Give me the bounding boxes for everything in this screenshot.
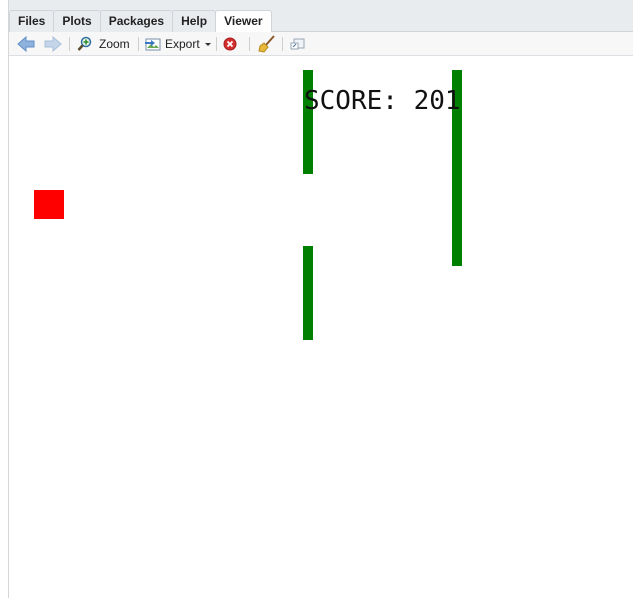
zoom-button[interactable]: Zoom — [77, 32, 130, 56]
forward-arrow-icon — [44, 36, 62, 52]
clear-all-button[interactable] — [258, 32, 276, 56]
back-arrow-icon — [17, 36, 35, 52]
player-square — [34, 190, 64, 219]
export-label: Export — [165, 37, 200, 51]
viewer-toolbar: Zoom Export — [9, 32, 633, 56]
viewer-pane: Files Plots Packages Help Viewer Zoom Ex… — [8, 0, 633, 598]
pipe-bottom — [303, 246, 313, 340]
toolbar-separator — [282, 37, 283, 51]
tab-viewer[interactable]: Viewer — [215, 10, 272, 33]
broom-icon — [258, 35, 275, 53]
tab-help[interactable]: Help — [172, 10, 217, 32]
dropdown-caret-icon — [204, 43, 211, 46]
tab-packages[interactable]: Packages — [99, 10, 174, 32]
popout-icon — [290, 38, 305, 50]
toolbar-separator — [69, 37, 70, 51]
export-button[interactable]: Export — [144, 32, 213, 56]
popout-button[interactable] — [290, 32, 306, 56]
forward-button[interactable] — [44, 32, 62, 56]
export-icon — [145, 38, 161, 51]
tab-plots[interactable]: Plots — [53, 10, 101, 32]
zoom-icon — [77, 36, 92, 51]
remove-viewer-button[interactable] — [223, 32, 237, 56]
toolbar-separator — [216, 37, 217, 51]
score-text: SCORE: 201 — [304, 86, 461, 116]
zoom-label: Zoom — [99, 37, 130, 51]
tab-strip: Files Plots Packages Help Viewer — [9, 0, 633, 33]
toolbar-separator — [138, 37, 139, 51]
game-canvas[interactable]: SCORE: 201 — [9, 56, 633, 598]
remove-icon — [223, 37, 237, 51]
back-button[interactable] — [17, 32, 35, 56]
tab-files[interactable]: Files — [9, 10, 55, 32]
toolbar-separator — [249, 37, 250, 51]
